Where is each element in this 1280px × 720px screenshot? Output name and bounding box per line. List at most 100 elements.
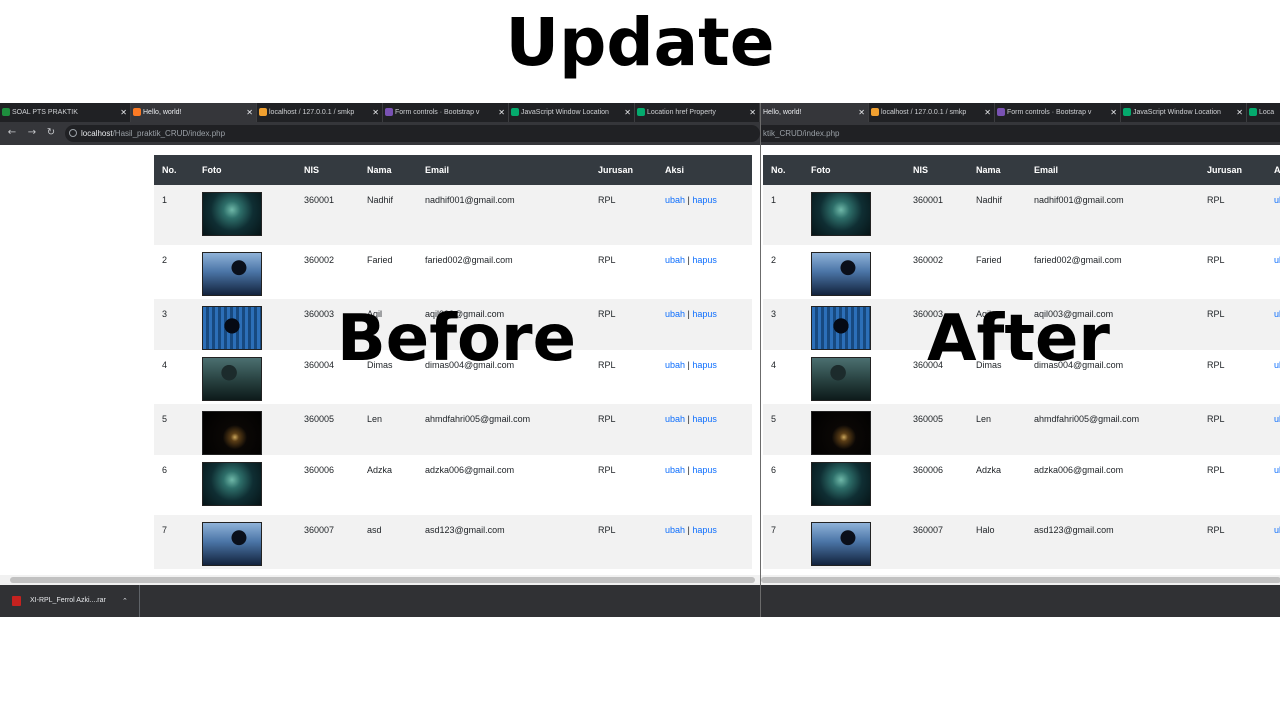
browser-tab[interactable]: localhost / 127.0.0.1 / smkp ✕	[869, 103, 995, 122]
cell-nis: 360001	[905, 185, 968, 245]
close-icon[interactable]: ✕	[246, 103, 253, 122]
browser-tab-title: Form controls · Bootstrap v	[395, 109, 480, 116]
delete-link[interactable]: hapus	[692, 255, 717, 265]
cell-nis: 360006	[905, 455, 968, 515]
cell-jurusan: RPL	[1199, 185, 1266, 245]
table-row: 1 360001Nadhifnadhif001@gmail.comRPLubah …	[763, 185, 1280, 245]
cell-email: asd123@gmail.com	[417, 515, 590, 569]
delete-link[interactable]: hapus	[692, 465, 717, 475]
cell-no: 4	[154, 350, 194, 404]
horizontal-scrollbar[interactable]	[0, 575, 760, 585]
cell-jurusan: RPL	[1199, 299, 1266, 350]
scrollbar-thumb[interactable]	[10, 577, 755, 583]
browser-toolbar: ktik_CRUD/index.php	[761, 122, 1280, 145]
cell-nama: Adzka	[359, 455, 417, 515]
edit-link[interactable]: ubah	[665, 255, 685, 265]
edit-link[interactable]: ubah	[1274, 309, 1280, 319]
address-bar[interactable]: ktik_CRUD/index.php	[761, 125, 1280, 142]
edit-link[interactable]: ubah	[665, 525, 685, 535]
cell-email: nadhif001@gmail.com	[1026, 185, 1199, 245]
browser-tab[interactable]: Form controls · Bootstrap v ✕	[995, 103, 1121, 122]
browser-tab-title: JavaScript Window Location	[521, 109, 609, 116]
browser-tab[interactable]: Loca✕	[1247, 103, 1280, 122]
address-bar[interactable]: localhost/Hasil_praktik_CRUD/index.php	[65, 125, 760, 142]
browser-tab[interactable]: Form controls · Bootstrap v ✕	[383, 103, 509, 122]
close-icon[interactable]: ✕	[372, 103, 379, 122]
bootstrap-icon	[385, 108, 393, 116]
table-row: 2 360002Fariedfaried002@gmail.comRPLubah …	[763, 245, 1280, 299]
close-icon[interactable]: ✕	[498, 103, 505, 122]
cell-aksi: ubah | hapus	[657, 299, 752, 350]
delete-link[interactable]: hapus	[692, 309, 717, 319]
browser-tab[interactable]: Location href Property ✕	[635, 103, 760, 122]
cell-foto	[803, 515, 905, 569]
edit-link[interactable]: ubah	[665, 195, 685, 205]
edit-link[interactable]: ubah	[1274, 465, 1280, 475]
cell-no: 4	[763, 350, 803, 404]
cell-email: ahmdfahri005@gmail.com	[417, 404, 590, 455]
cell-aksi: ubah | hapus	[657, 245, 752, 299]
back-arrow-icon[interactable]: ←	[5, 126, 19, 140]
w3schools-icon	[511, 108, 519, 116]
cell-nis: 360007	[296, 515, 359, 569]
cell-nis: 360005	[905, 404, 968, 455]
cell-no: 5	[154, 404, 194, 455]
delete-link[interactable]: hapus	[692, 525, 717, 535]
cell-email: adzka006@gmail.com	[1026, 455, 1199, 515]
edit-link[interactable]: ubah	[1274, 195, 1280, 205]
delete-link[interactable]: hapus	[692, 414, 717, 424]
table-row: 7 360007 asd asd123@gmail.com RPL ubah | hapu…	[154, 515, 752, 569]
column-header: NIS	[905, 155, 968, 185]
reload-icon[interactable]: ↻	[44, 126, 58, 140]
delete-link[interactable]: hapus	[692, 360, 717, 370]
edit-link[interactable]: ubah	[665, 360, 685, 370]
edit-link[interactable]: ubah	[1274, 414, 1280, 424]
bootstrap-icon	[997, 108, 1005, 116]
browser-tab[interactable]: Hello, world! ✕	[761, 103, 869, 122]
hooded-hacker-laptop-photo	[811, 252, 871, 296]
browser-tab[interactable]: Hello, world! ✕	[131, 103, 257, 122]
scrollbar-thumb[interactable]	[761, 577, 1280, 583]
table-header-row: No.FotoNISNamaEmailJurusanAksi	[763, 155, 1280, 185]
cell-jurusan: RPL	[590, 404, 657, 455]
forward-arrow-icon[interactable]: →	[25, 126, 39, 140]
chevron-up-icon[interactable]: ⌃	[122, 585, 128, 617]
edit-link[interactable]: ubah	[665, 414, 685, 424]
close-icon[interactable]: ✕	[1236, 103, 1243, 122]
browser-tab-title: Loca	[1259, 109, 1275, 116]
cell-nis: 360005	[296, 404, 359, 455]
url-path: /Hasil_praktik_CRUD/index.php	[112, 129, 226, 138]
close-icon[interactable]: ✕	[624, 103, 631, 122]
cell-no: 6	[763, 455, 803, 515]
cell-jurusan: RPL	[590, 455, 657, 515]
edit-link[interactable]: ubah	[665, 465, 685, 475]
cell-no: 5	[763, 404, 803, 455]
browser-tab[interactable]: SOAL PTS PRAKTIK ✕	[0, 103, 131, 122]
browser-tab[interactable]: JavaScript Window Location ✕	[1121, 103, 1247, 122]
close-icon[interactable]: ✕	[749, 103, 756, 122]
edit-link[interactable]: ubah	[1274, 360, 1280, 370]
close-icon[interactable]: ✕	[120, 103, 127, 122]
delete-link[interactable]: hapus	[692, 195, 717, 205]
browser-tab-title: SOAL PTS PRAKTIK	[12, 109, 78, 116]
cell-nama: Len	[359, 404, 417, 455]
edit-link[interactable]: ubah	[1274, 525, 1280, 535]
download-item[interactable]: XI-RPL_Ferrol Azki....rar ⌃	[0, 585, 140, 617]
info-icon[interactable]	[69, 129, 77, 137]
edit-link[interactable]: ubah	[665, 309, 685, 319]
cell-aksi: ubah | hapus	[1266, 515, 1280, 569]
horizontal-scrollbar[interactable]	[761, 575, 1280, 585]
close-icon[interactable]: ✕	[858, 103, 865, 122]
cell-aksi: ubah | hapus	[657, 350, 752, 404]
table-header-row: No.FotoNISNamaEmailJurusanAksi	[154, 155, 752, 185]
close-icon[interactable]: ✕	[984, 103, 991, 122]
cell-foto	[194, 455, 296, 515]
close-icon[interactable]: ✕	[1110, 103, 1117, 122]
cell-nis: 360006	[296, 455, 359, 515]
browser-tab[interactable]: JavaScript Window Location ✕	[509, 103, 635, 122]
cell-nama: Nadhif	[359, 185, 417, 245]
edit-link[interactable]: ubah	[1274, 255, 1280, 265]
browser-tab[interactable]: localhost / 127.0.0.1 / smkp ✕	[257, 103, 383, 122]
cell-nama: Nadhif	[968, 185, 1026, 245]
cell-aksi: ubah | hapus	[657, 404, 752, 455]
